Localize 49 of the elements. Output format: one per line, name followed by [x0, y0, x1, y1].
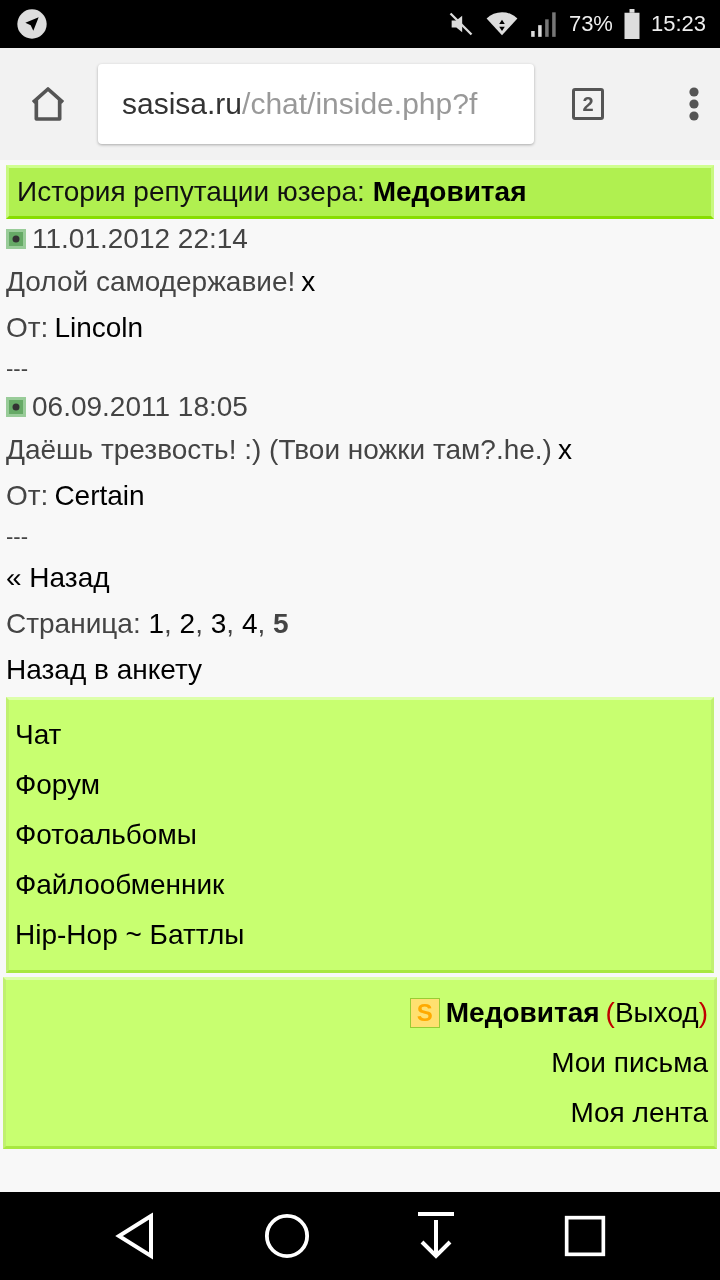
user-badge: S	[409, 998, 440, 1028]
download-icon[interactable]	[416, 1212, 457, 1260]
battery-icon	[622, 9, 641, 39]
entry-message: Даёшь трезвость! :) (Твои ножки там?.he.)	[6, 434, 552, 466]
page-link[interactable]: 1	[148, 608, 165, 640]
page-link[interactable]: 3	[210, 608, 227, 640]
delete-link[interactable]: x	[301, 266, 316, 298]
menu-link[interactable]: Форум	[15, 769, 101, 801]
home-icon[interactable]	[263, 1213, 310, 1259]
navigation-icon	[16, 8, 48, 40]
logout-link[interactable]: Выход	[614, 997, 699, 1028]
user-link[interactable]: Моя лента	[570, 1097, 708, 1129]
profile-link[interactable]: Назад в анкету	[6, 654, 203, 686]
menu-icon[interactable]	[688, 86, 700, 122]
entry-message: Долой самодержавие!	[6, 266, 296, 298]
page-separator: ,	[226, 608, 236, 640]
clock: 15:23	[650, 11, 706, 37]
tab-switcher-button[interactable]: 2	[572, 88, 604, 120]
menu-link[interactable]: Фотоальбомы	[15, 819, 197, 851]
user-name[interactable]: Медовитая	[445, 997, 600, 1029]
entry-date: 11.01.2012 22:14	[32, 223, 248, 255]
paren: (	[605, 997, 615, 1028]
separator: ---	[6, 356, 28, 382]
page-separator: ,	[164, 608, 173, 640]
battery-percent: 73%	[568, 11, 613, 37]
from-label: От:	[6, 480, 49, 512]
page-separator: ,	[195, 608, 204, 640]
page-separator: ,	[257, 608, 267, 640]
paren: )	[698, 997, 708, 1028]
from-label: От:	[6, 312, 49, 344]
page-link[interactable]: 5	[273, 608, 289, 640]
pagination-label: Страница:	[6, 608, 142, 640]
back-link[interactable]: « Назад	[6, 562, 110, 594]
author-link[interactable]: Certain	[54, 480, 145, 512]
separator: ---	[6, 524, 28, 550]
entry-date: 06.09.2011 18:05	[32, 391, 248, 423]
menu-link[interactable]: Файлообменник	[15, 869, 225, 901]
signal-icon	[528, 10, 559, 38]
recents-icon[interactable]	[562, 1214, 607, 1258]
menu-link[interactable]: Чат	[15, 719, 62, 751]
author-link[interactable]: Lincoln	[54, 312, 144, 344]
menu-link[interactable]: Hip-Hop ~ Баттлы	[15, 919, 245, 951]
page-title: История репутации юзера: Медовитая	[6, 165, 714, 219]
page-link[interactable]: 4	[241, 608, 258, 640]
page-link[interactable]: 2	[179, 608, 196, 640]
user-link[interactable]: Мои письма	[551, 1047, 708, 1079]
delete-link[interactable]: x	[557, 434, 572, 466]
address-bar[interactable]: sasisa.ru/chat/inside.php?f	[98, 64, 534, 144]
wifi-icon	[484, 10, 519, 38]
